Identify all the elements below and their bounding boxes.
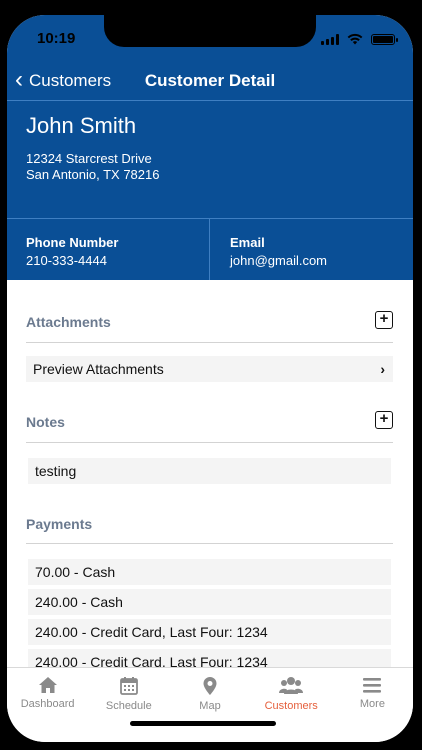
tab-label: Customers	[264, 700, 318, 712]
navigation-bar: ‹ Customers Customer Detail	[7, 61, 413, 101]
tab-label: Schedule	[105, 700, 152, 712]
contact-info: Phone Number 210-333-4444 Email john@gma…	[7, 218, 413, 280]
phone-value: 210-333-4444	[26, 253, 107, 268]
payment-item[interactable]: 240.00 - Credit Card, Last Four: 1234	[28, 619, 391, 645]
menu-icon	[363, 678, 382, 693]
chevron-right-icon: ›	[380, 361, 385, 377]
signal-icon	[321, 33, 339, 45]
customer-summary: John Smith 12324 Starcrest Drive San Ant…	[26, 113, 159, 183]
tab-bar: Dashboard Schedule Map Customers More	[7, 667, 413, 742]
app-screen: 10:19 ‹ Customers Customer Detail John S…	[7, 15, 413, 742]
attachments-title: Attachments	[26, 314, 111, 330]
preview-attachments-label: Preview Attachments	[33, 361, 164, 377]
customer-name: John Smith	[26, 113, 137, 138]
email-value: john@gmail.com	[230, 253, 328, 268]
payment-text: 70.00 - Cash	[35, 564, 116, 580]
home-indicator[interactable]	[130, 721, 276, 726]
tab-schedule[interactable]: Schedule	[88, 668, 169, 742]
home-icon	[38, 677, 57, 693]
users-icon	[279, 677, 304, 694]
status-icons	[321, 33, 398, 45]
add-attachment-button[interactable]: +	[375, 311, 393, 329]
payment-item[interactable]: 70.00 - Cash	[28, 559, 391, 585]
battery-icon	[371, 33, 398, 45]
payments-section-header: Payments	[26, 499, 393, 544]
phone-cell[interactable]: Phone Number 210-333-4444	[7, 219, 209, 280]
phone-label: Phone Number	[26, 235, 119, 250]
notch	[104, 15, 316, 47]
add-note-button[interactable]: +	[375, 411, 393, 429]
detail-content: Attachments + Preview Attachments › Note…	[7, 280, 413, 670]
tab-map[interactable]: Map	[169, 668, 250, 742]
address-line-1: 12324 Starcrest Drive	[26, 151, 152, 166]
tab-label: More	[359, 698, 385, 710]
note-item[interactable]: testing	[28, 458, 391, 484]
email-label: Email	[230, 235, 265, 250]
attachments-section-header: Attachments +	[26, 297, 393, 343]
tab-more[interactable]: More	[332, 668, 413, 742]
notes-section-header: Notes +	[26, 397, 393, 443]
wifi-icon	[347, 33, 363, 45]
payment-text: 240.00 - Credit Card, Last Four: 1234	[35, 624, 268, 640]
preview-attachments-row[interactable]: Preview Attachments ›	[26, 356, 393, 382]
tab-dashboard[interactable]: Dashboard	[7, 668, 88, 742]
tab-customers[interactable]: Customers	[251, 668, 332, 742]
map-pin-icon	[203, 677, 217, 695]
payment-item[interactable]: 240.00 - Cash	[28, 589, 391, 615]
note-text: testing	[35, 463, 77, 479]
status-time: 10:19	[37, 30, 76, 47]
device-frame: 10:19 ‹ Customers Customer Detail John S…	[0, 0, 422, 750]
page-title: Customer Detail	[144, 71, 276, 90]
calendar-icon	[119, 677, 138, 695]
email-cell[interactable]: Email john@gmail.com	[209, 219, 413, 280]
notes-title: Notes	[26, 414, 65, 430]
payment-text: 240.00 - Cash	[35, 594, 123, 610]
tab-label: Map	[199, 700, 221, 712]
payments-title: Payments	[26, 516, 93, 532]
tab-label: Dashboard	[20, 698, 75, 710]
address-line-2: San Antonio, TX 78216	[26, 167, 160, 182]
